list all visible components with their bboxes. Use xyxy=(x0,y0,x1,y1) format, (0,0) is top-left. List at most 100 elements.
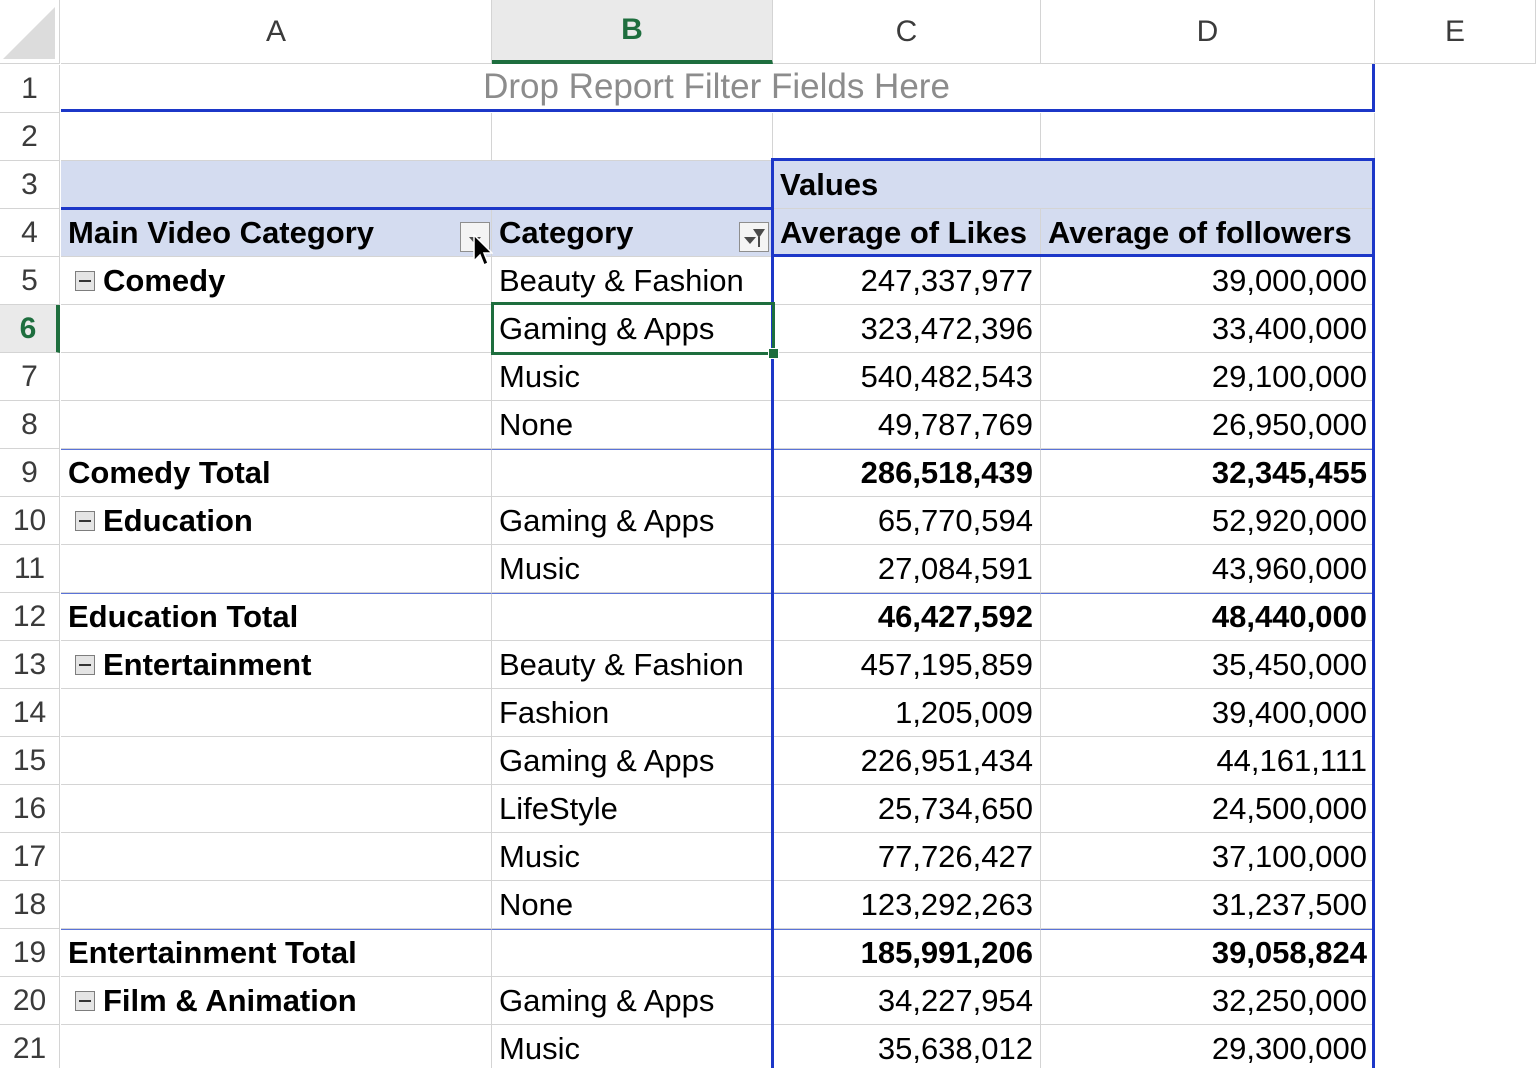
row-header-13[interactable]: 13 xyxy=(0,641,60,689)
pivot-cell-likes[interactable]: 34,227,954 xyxy=(773,977,1041,1025)
pivot-cell-likes[interactable]: 49,787,769 xyxy=(773,401,1041,449)
pivot-cell-followers[interactable]: 39,058,824 xyxy=(1041,929,1375,977)
pivot-cell-main[interactable] xyxy=(61,689,492,737)
pivot-cell-category[interactable] xyxy=(492,593,773,641)
pivot-cell-category[interactable]: Gaming & Apps xyxy=(492,305,773,353)
fill-handle[interactable] xyxy=(768,348,779,359)
row-header-12[interactable]: 12 xyxy=(0,593,60,641)
pivot-cell-likes[interactable]: 247,337,977 xyxy=(773,257,1041,305)
minus-box-icon[interactable] xyxy=(75,654,95,675)
pivot-cell-category[interactable] xyxy=(492,929,773,977)
row-header-1[interactable]: 1 xyxy=(0,65,60,113)
pivot-cell-main[interactable]: Entertainment Total xyxy=(61,929,492,977)
row-header-5[interactable]: 5 xyxy=(0,257,60,305)
pivot-cell-main[interactable] xyxy=(61,305,492,353)
pivot-cell-category[interactable]: Music xyxy=(492,1025,773,1068)
pivot-cell-likes[interactable]: 77,726,427 xyxy=(773,833,1041,881)
pivot-cell-main[interactable] xyxy=(61,545,492,593)
column-header-a[interactable]: A xyxy=(61,0,492,64)
row-header-4[interactable]: 4 xyxy=(0,209,60,257)
pivot-cell-followers[interactable]: 29,100,000 xyxy=(1041,353,1375,401)
cell-B2[interactable] xyxy=(492,113,773,161)
pivot-cell-category[interactable] xyxy=(492,449,773,497)
spreadsheet-grid[interactable]: ABCDE 1 2 3 4 5 6 7 8 9 10 11 12 13 14 15 16 17 18 19 20 21 … xyxy=(0,0,1536,1068)
pivot-cell-followers[interactable]: 39,400,000 xyxy=(1041,689,1375,737)
row-header-21[interactable]: 21 xyxy=(0,1025,60,1068)
pivot-cell-main[interactable] xyxy=(61,737,492,785)
column-header-e[interactable]: E xyxy=(1375,0,1536,64)
row-header-9[interactable]: 9 xyxy=(0,449,60,497)
pivot-cell-category[interactable]: Gaming & Apps xyxy=(492,977,773,1025)
pivot-cell-followers[interactable]: 24,500,000 xyxy=(1041,785,1375,833)
pivot-cell-followers[interactable]: 52,920,000 xyxy=(1041,497,1375,545)
pivot-cell-likes[interactable]: 65,770,594 xyxy=(773,497,1041,545)
pivot-cell-main[interactable] xyxy=(61,881,492,929)
pivot-cell-main[interactable]: Comedy xyxy=(61,257,492,305)
pivot-cell-followers[interactable]: 39,000,000 xyxy=(1041,257,1375,305)
row-header-16[interactable]: 16 xyxy=(0,785,60,833)
pivot-cell-likes[interactable]: 1,205,009 xyxy=(773,689,1041,737)
pivot-cell-likes[interactable]: 185,991,206 xyxy=(773,929,1041,977)
column-header-b[interactable]: B xyxy=(492,0,773,64)
pivot-cell-main[interactable]: Comedy Total xyxy=(61,449,492,497)
pivot-cell-main[interactable] xyxy=(61,353,492,401)
pivot-cell-likes[interactable]: 123,292,263 xyxy=(773,881,1041,929)
pivot-cell-followers[interactable]: 35,450,000 xyxy=(1041,641,1375,689)
pivot-cell-followers[interactable]: 29,300,000 xyxy=(1041,1025,1375,1068)
pivot-cell-likes[interactable]: 286,518,439 xyxy=(773,449,1041,497)
pivot-cell-followers[interactable]: 37,100,000 xyxy=(1041,833,1375,881)
row-header-20[interactable]: 20 xyxy=(0,977,60,1025)
main-category-dropdown-button[interactable] xyxy=(460,222,490,252)
minus-box-icon[interactable] xyxy=(75,270,95,291)
minus-box-icon[interactable] xyxy=(75,510,95,531)
pivot-cell-likes[interactable]: 323,472,396 xyxy=(773,305,1041,353)
row-header-10[interactable]: 10 xyxy=(0,497,60,545)
cell-D2[interactable] xyxy=(1041,113,1375,161)
pivot-cell-followers[interactable]: 31,237,500 xyxy=(1041,881,1375,929)
row-header-7[interactable]: 7 xyxy=(0,353,60,401)
pivot-cell-likes[interactable]: 46,427,592 xyxy=(773,593,1041,641)
select-all-corner[interactable] xyxy=(0,0,60,64)
row-header-6[interactable]: 6 xyxy=(0,305,60,353)
pivot-cell-main[interactable] xyxy=(61,833,492,881)
minus-box-icon[interactable] xyxy=(75,990,95,1011)
pivot-cell-followers[interactable]: 33,400,000 xyxy=(1041,305,1375,353)
pivot-cell-category[interactable]: Gaming & Apps xyxy=(492,737,773,785)
pivot-cell-category[interactable]: None xyxy=(492,881,773,929)
pivot-cell-main[interactable] xyxy=(61,401,492,449)
cell-A2[interactable] xyxy=(61,113,492,161)
row-header-14[interactable]: 14 xyxy=(0,689,60,737)
pivot-cell-likes[interactable]: 25,734,650 xyxy=(773,785,1041,833)
pivot-cell-main[interactable]: Entertainment xyxy=(61,641,492,689)
pivot-cell-category[interactable]: LifeStyle xyxy=(492,785,773,833)
row-header-3[interactable]: 3 xyxy=(0,161,60,209)
pivot-cell-category[interactable]: Music xyxy=(492,545,773,593)
column-header-c[interactable]: C xyxy=(773,0,1041,64)
pivot-cell-category[interactable]: Beauty & Fashion xyxy=(492,641,773,689)
pivot-cell-likes[interactable]: 457,195,859 xyxy=(773,641,1041,689)
pivot-cell-main[interactable] xyxy=(61,785,492,833)
pivot-cell-followers[interactable]: 48,440,000 xyxy=(1041,593,1375,641)
pivot-cell-followers[interactable]: 26,950,000 xyxy=(1041,401,1375,449)
pivot-cell-likes[interactable]: 226,951,434 xyxy=(773,737,1041,785)
pivot-cell-main[interactable] xyxy=(61,1025,492,1068)
row-header-17[interactable]: 17 xyxy=(0,833,60,881)
pivot-cell-category[interactable]: None xyxy=(492,401,773,449)
pivot-cell-likes[interactable]: 540,482,543 xyxy=(773,353,1041,401)
report-filter-drop-zone[interactable]: Drop Report Filter Fields Here xyxy=(61,64,1375,112)
pivot-cell-likes[interactable]: 27,084,591 xyxy=(773,545,1041,593)
pivot-cell-category[interactable]: Music xyxy=(492,833,773,881)
pivot-cell-followers[interactable]: 44,161,111 xyxy=(1041,737,1375,785)
pivot-cell-category[interactable]: Gaming & Apps xyxy=(492,497,773,545)
pivot-cell-main[interactable]: Film & Animation xyxy=(61,977,492,1025)
row-header-19[interactable]: 19 xyxy=(0,929,60,977)
pivot-cell-followers[interactable]: 43,960,000 xyxy=(1041,545,1375,593)
row-header-2[interactable]: 2 xyxy=(0,113,60,161)
pivot-cell-category[interactable]: Music xyxy=(492,353,773,401)
pivot-cell-followers[interactable]: 32,250,000 xyxy=(1041,977,1375,1025)
pivot-cell-category[interactable]: Beauty & Fashion xyxy=(492,257,773,305)
pivot-cell-followers[interactable]: 32,345,455 xyxy=(1041,449,1375,497)
pivot-cell-likes[interactable]: 35,638,012 xyxy=(773,1025,1041,1068)
pivot-cell-main[interactable]: Education xyxy=(61,497,492,545)
cell-C2[interactable] xyxy=(773,113,1041,161)
